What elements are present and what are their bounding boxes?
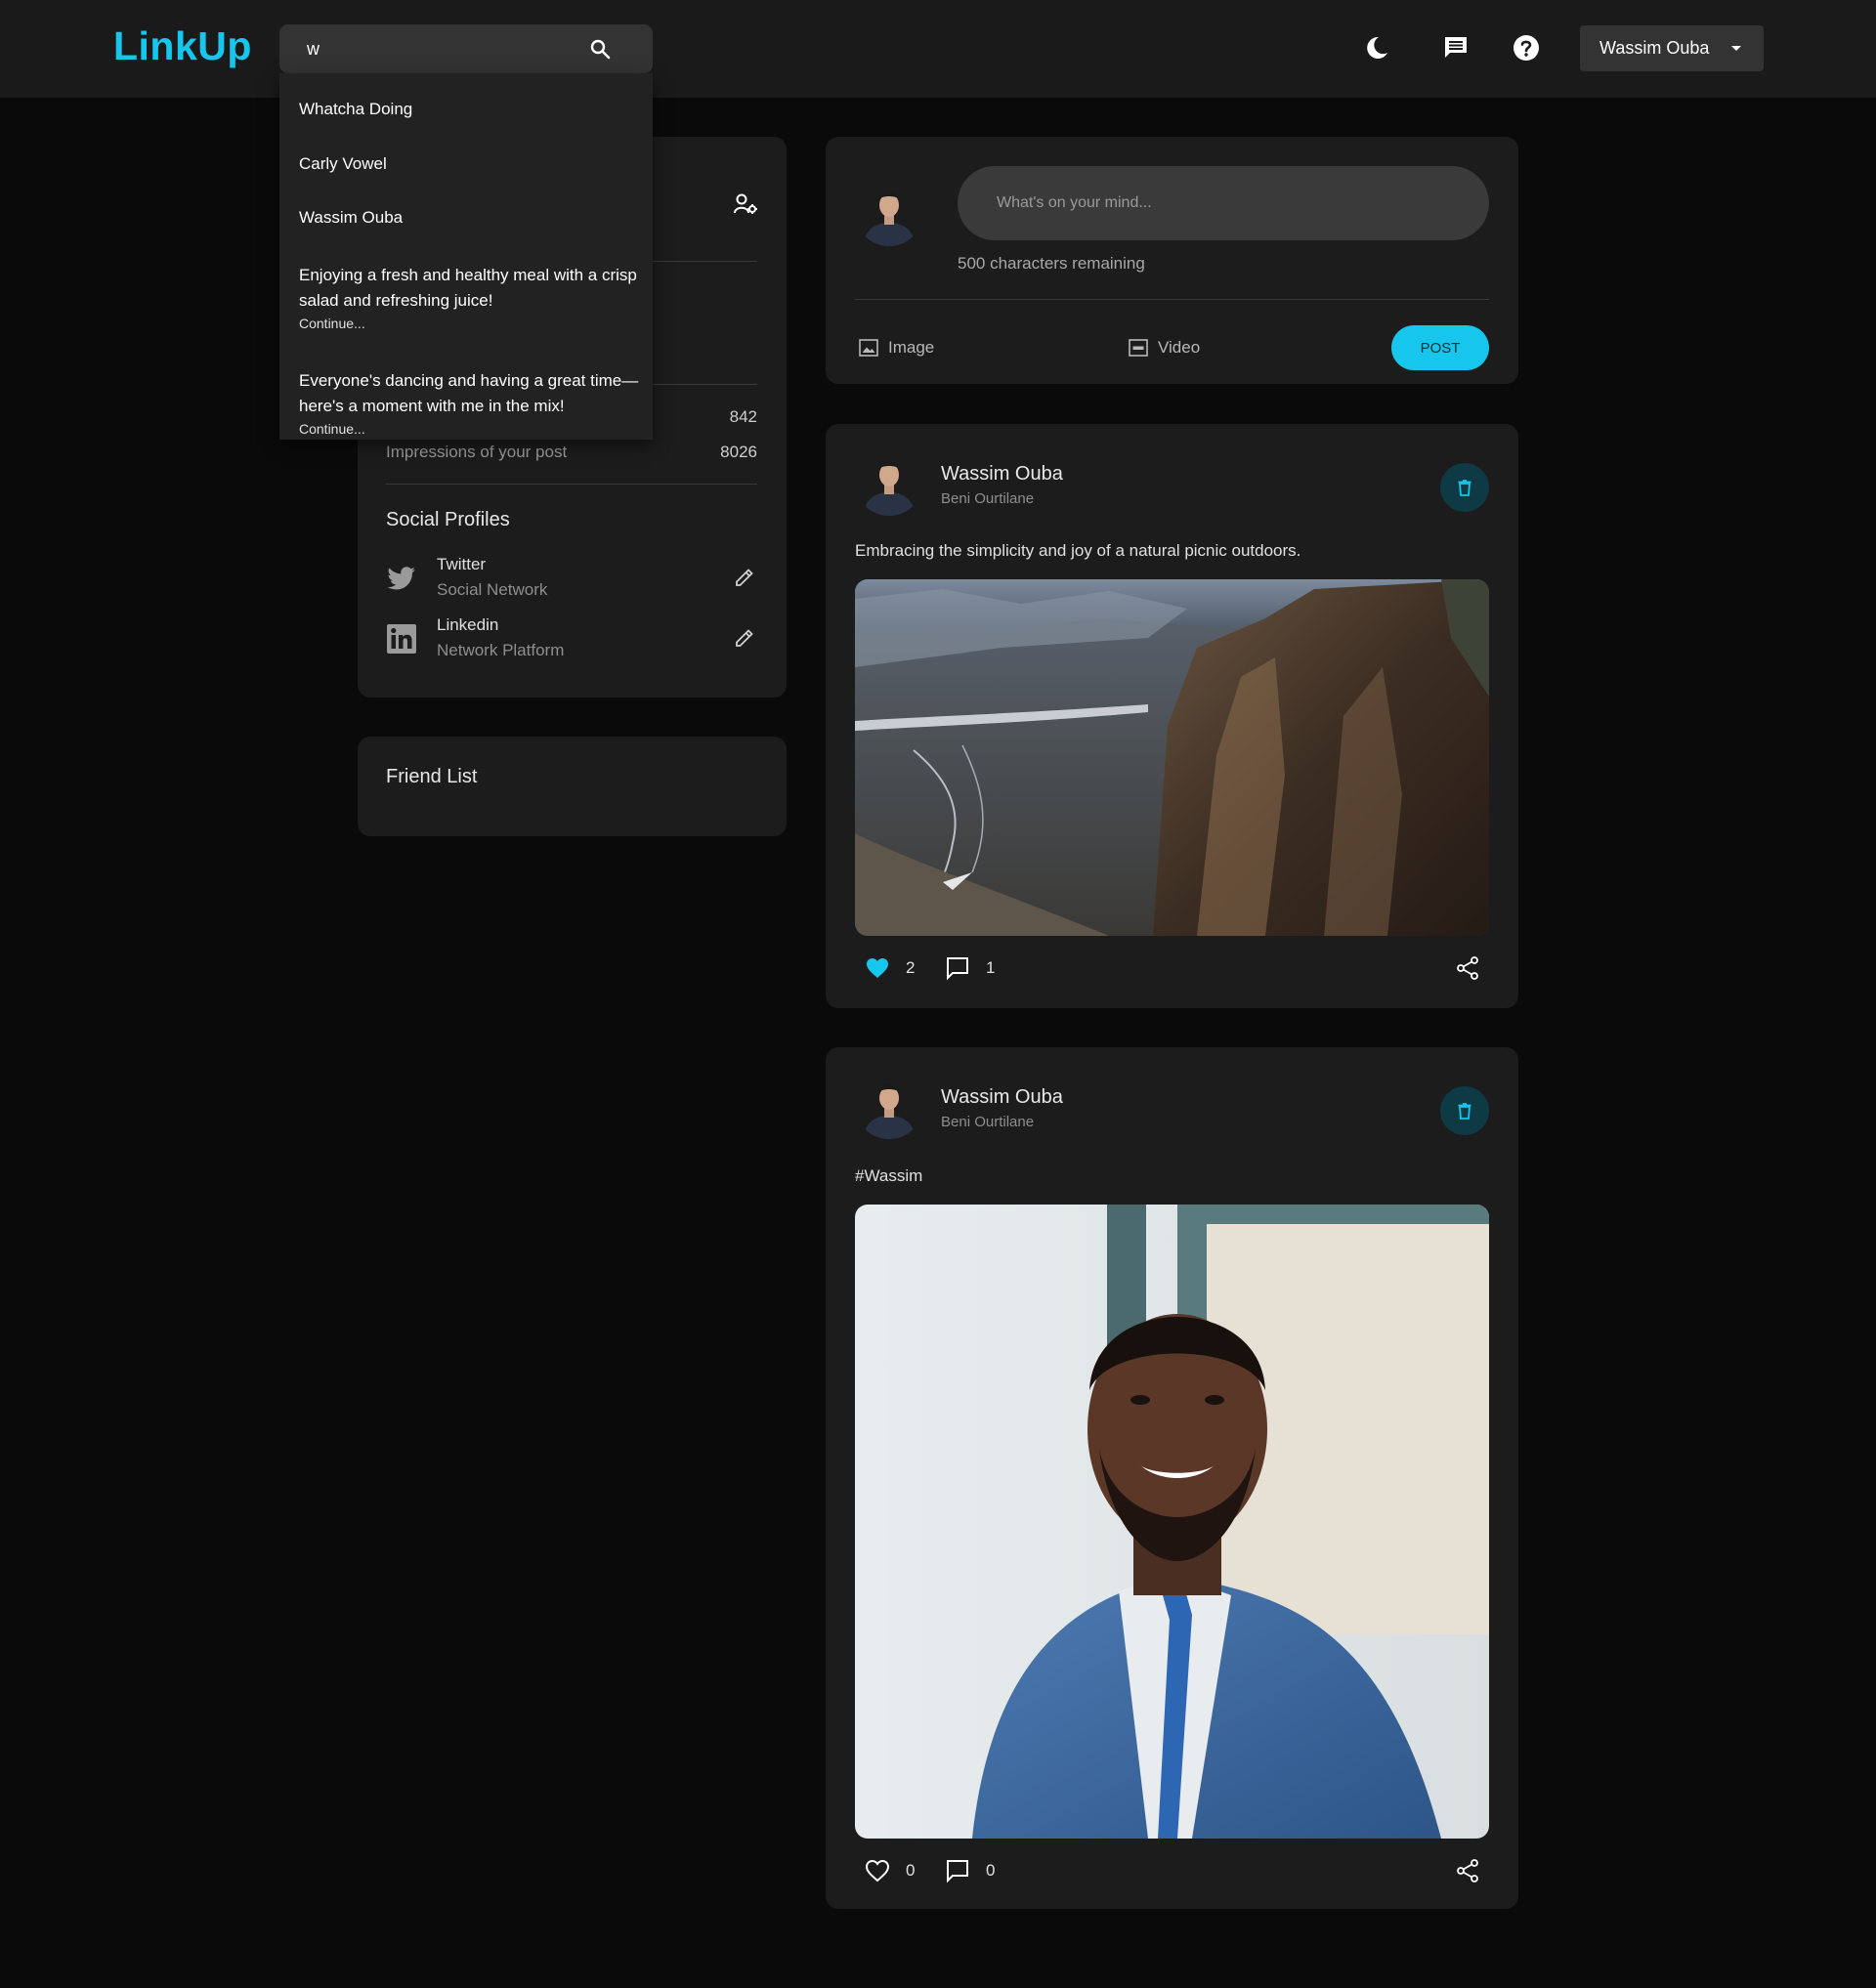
search-box (279, 24, 653, 73)
continue-link[interactable]: Continue... (299, 314, 641, 333)
comment-button[interactable]: 0 (945, 1858, 995, 1883)
comment-button[interactable]: 1 (945, 955, 995, 981)
stat-value: 8026 (720, 443, 757, 461)
stat-value: 842 (729, 407, 757, 426)
suggestion-item[interactable]: Whatcha Doing (299, 97, 641, 122)
comment-icon (947, 1860, 968, 1883)
post-text-input[interactable] (958, 166, 1489, 240)
linkedin-icon (387, 624, 416, 654)
edit-icon[interactable] (733, 566, 756, 589)
trash-icon (1458, 1103, 1471, 1120)
user-menu[interactable]: Wassim Ouba (1580, 25, 1764, 71)
suggestion-item[interactable]: Wassim Ouba (299, 205, 641, 231)
image-icon (859, 339, 878, 357)
continue-link[interactable]: Continue... (299, 419, 641, 439)
share-icon[interactable] (1455, 1858, 1480, 1883)
comment-count: 0 (986, 1861, 996, 1880)
like-button[interactable]: 0 (865, 1858, 915, 1883)
app-logo[interactable]: LinkUp (113, 23, 252, 69)
suggestion-post-item[interactable]: Everyone's dancing and having a great ti… (299, 368, 641, 439)
comment-count: 1 (986, 958, 996, 977)
post-card: Wassim Ouba Beni Ourtilane Embracing the… (826, 424, 1518, 1008)
share-icon[interactable] (1455, 955, 1480, 981)
suggestion-post-item[interactable]: Enjoying a fresh and healthy meal with a… (299, 263, 641, 333)
delete-post-button[interactable] (1440, 463, 1489, 512)
suggestion-item[interactable]: Carly Vowel (299, 151, 641, 177)
manage-account-icon[interactable] (733, 191, 758, 217)
post-card: Wassim Ouba Beni Ourtilane #Wassim 0 0 (826, 1047, 1518, 1909)
post-composer: 500 characters remaining Image Video POS… (826, 137, 1518, 384)
post-image[interactable] (855, 1205, 1489, 1839)
like-count: 2 (906, 958, 916, 977)
stat-label: Impressions of your post (386, 443, 568, 461)
avatar[interactable] (855, 178, 923, 246)
twitter-icon (387, 567, 415, 590)
comment-icon (947, 957, 968, 981)
add-image-button[interactable]: Image (858, 336, 934, 360)
social-profiles-title: Social Profiles (386, 509, 510, 530)
post-button[interactable]: POST (1391, 325, 1489, 370)
characters-remaining: 500 characters remaining (958, 254, 1145, 273)
chevron-down-icon (1731, 46, 1741, 51)
post-author[interactable]: Wassim Ouba (941, 1086, 1063, 1109)
dark-mode-icon[interactable] (1362, 33, 1391, 63)
search-icon[interactable] (588, 37, 612, 61)
friend-list-card: Friend List (358, 737, 787, 836)
social-subtitle: Social Network (437, 580, 548, 599)
gif-icon (1129, 339, 1148, 357)
heart-filled-icon (867, 958, 888, 978)
divider (386, 484, 757, 485)
friend-list-title: Friend List (386, 766, 478, 787)
avatar[interactable] (855, 1071, 923, 1139)
like-button[interactable]: 2 (865, 955, 915, 981)
suggestion-text: Everyone's dancing and having a great ti… (299, 371, 639, 415)
help-icon[interactable] (1512, 33, 1541, 63)
like-count: 0 (906, 1861, 916, 1880)
post-location: Beni Ourtilane (941, 490, 1035, 507)
heart-outline-icon (865, 1859, 890, 1882)
search-input[interactable] (307, 36, 590, 62)
trash-icon (1458, 480, 1471, 496)
post-text: #Wassim (855, 1166, 923, 1185)
social-name: Linkedin (437, 615, 499, 634)
search-suggestions: Whatcha Doing Carly Vowel Wassim Ouba En… (279, 73, 653, 440)
post-text: Embracing the simplicity and joy of a na… (855, 541, 1301, 560)
suggestion-text: Enjoying a fresh and healthy meal with a… (299, 266, 637, 310)
add-video-button[interactable]: Video (1128, 336, 1200, 360)
divider (855, 299, 1489, 300)
post-image[interactable] (855, 579, 1489, 936)
user-menu-label: Wassim Ouba (1599, 38, 1710, 58)
avatar[interactable] (855, 447, 923, 516)
post-author[interactable]: Wassim Ouba (941, 463, 1063, 486)
messages-icon[interactable] (1441, 33, 1471, 63)
edit-icon[interactable] (733, 626, 756, 650)
social-name: Twitter (437, 555, 487, 573)
post-location: Beni Ourtilane (941, 1114, 1035, 1130)
social-subtitle: Network Platform (437, 641, 565, 659)
delete-post-button[interactable] (1440, 1086, 1489, 1135)
